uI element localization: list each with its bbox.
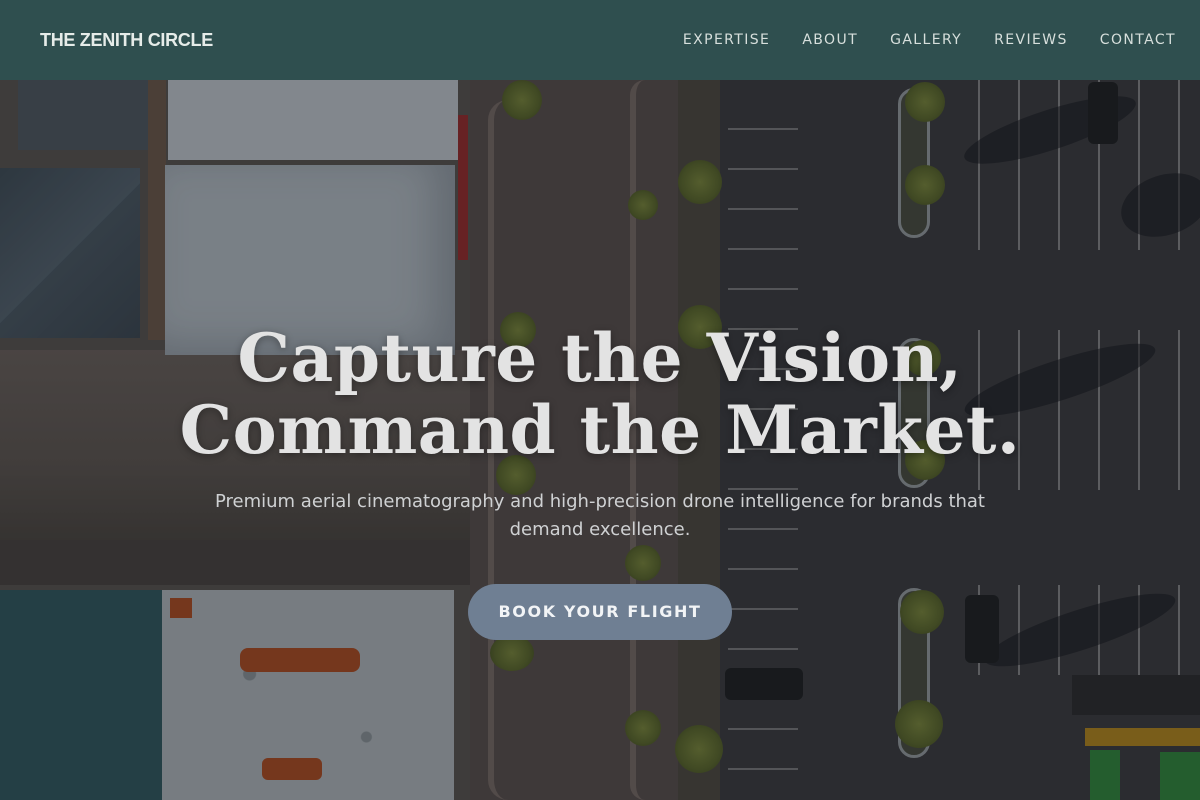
nav-link-about[interactable]: ABOUT [802,32,858,48]
nav-link-contact[interactable]: CONTACT [1100,32,1176,48]
hero-headline-line-2: Command the Market. [179,391,1021,469]
nav-link-expertise[interactable]: EXPERTISE [683,32,770,48]
brand-logo[interactable]: THE ZENITH CIRCLE [40,30,213,51]
nav-links: EXPERTISE ABOUT GALLERY REVIEWS CONTACT [683,32,1176,48]
hero-subtitle: Premium aerial cinematography and high-p… [214,491,985,540]
nav-link-reviews[interactable]: REVIEWS [994,32,1068,48]
hero-headline-line-1: Capture the Vision, [237,319,963,397]
hero-headline: Capture the Vision, Command the Market. [0,322,1200,466]
hero-content: Capture the Vision, Command the Market. … [0,322,1200,640]
book-flight-button[interactable]: BOOK YOUR FLIGHT [468,584,732,640]
nav-link-gallery[interactable]: GALLERY [890,32,962,48]
top-navbar: THE ZENITH CIRCLE EXPERTISE ABOUT GALLER… [0,0,1200,80]
